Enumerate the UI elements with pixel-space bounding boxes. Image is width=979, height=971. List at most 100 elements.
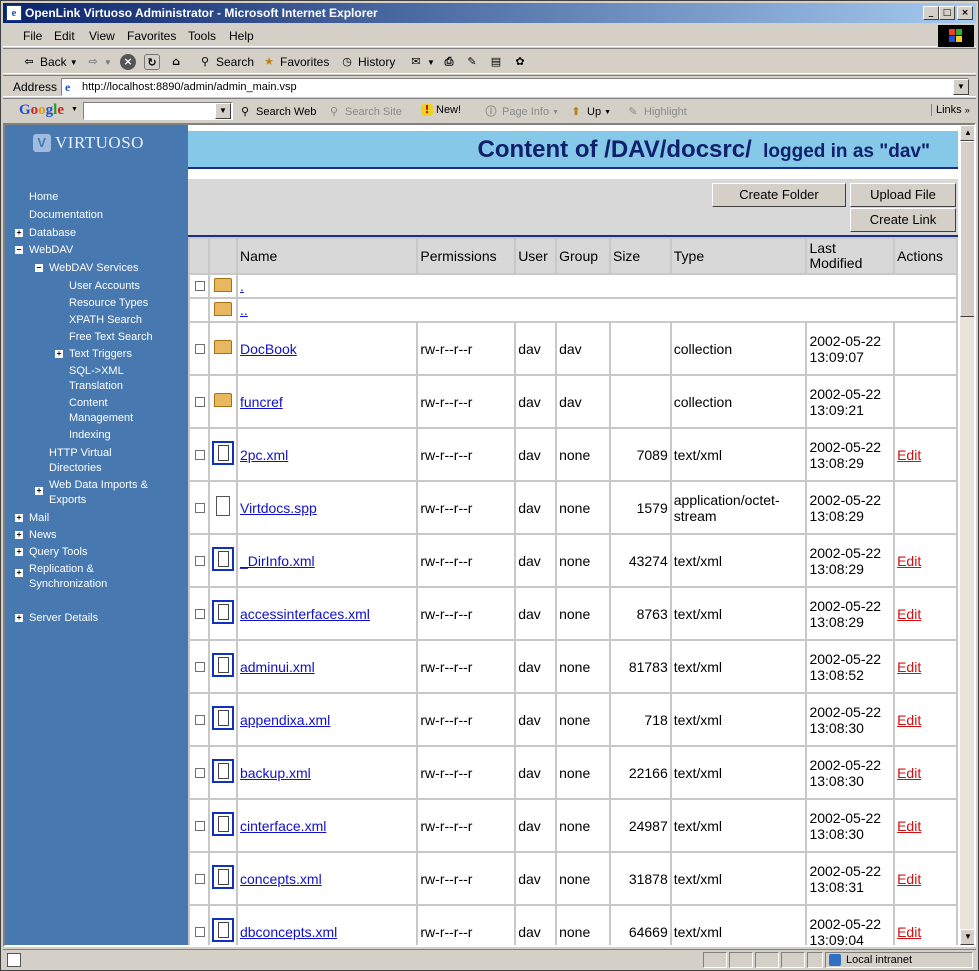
file-name-link[interactable]: Virtdocs.spp <box>240 500 317 516</box>
file-name-link[interactable]: 2pc.xml <box>240 447 288 463</box>
row-checkbox[interactable] <box>195 396 205 407</box>
sidebar-item-documentation[interactable]: Documentation <box>29 207 103 223</box>
menu-file[interactable]: File <box>23 29 42 43</box>
menu-tools[interactable]: Tools <box>188 29 216 43</box>
menu-edit[interactable]: Edit <box>54 29 75 43</box>
edit-link[interactable]: Edit <box>897 924 921 940</box>
home-button[interactable]: ⌂ <box>168 54 184 70</box>
file-name-link[interactable]: accessinterfaces.xml <box>240 606 370 622</box>
stop-button[interactable]: × <box>120 54 136 70</box>
row-checkbox[interactable] <box>195 281 205 291</box>
row-checkbox[interactable] <box>195 820 205 831</box>
sidebar-item-home[interactable]: Home <box>29 189 58 205</box>
google-logo[interactable]: Google <box>19 101 64 119</box>
back-dropdown-icon[interactable]: ▼ <box>70 58 78 67</box>
edit-link[interactable]: Edit <box>897 447 921 463</box>
row-checkbox[interactable] <box>195 767 205 778</box>
edit-link[interactable]: Edit <box>897 553 921 569</box>
scroll-down-icon[interactable]: ▼ <box>960 929 974 945</box>
row-checkbox[interactable] <box>195 661 205 672</box>
sidebar-item-query-tools[interactable]: Query Tools <box>29 544 88 560</box>
header-size[interactable]: Size <box>610 239 670 273</box>
menu-view[interactable]: View <box>89 29 115 43</box>
header-type[interactable]: Type <box>671 239 806 273</box>
minimize-button[interactable]: _ <box>923 6 939 20</box>
sidebar-item-content[interactable]: Content <box>69 395 108 411</box>
sidebar-item-xpath-search[interactable]: XPATH Search <box>69 312 142 328</box>
sidebar-item-database[interactable]: Database <box>29 225 76 241</box>
upload-file-button[interactable]: Upload File <box>850 183 956 207</box>
sidebar-item-exports[interactable]: Exports <box>49 492 86 508</box>
header-user[interactable]: User <box>516 239 556 273</box>
vertical-scrollbar[interactable]: ▲ ▼ <box>960 125 974 945</box>
file-name-link[interactable]: DocBook <box>240 341 297 357</box>
sidebar-item-replication[interactable]: Replication & <box>29 561 94 577</box>
header-group[interactable]: Group <box>557 239 609 273</box>
sidebar-item-resource-types[interactable]: Resource Types <box>69 295 148 311</box>
google-search-dropdown-icon[interactable]: ▼ <box>215 103 231 119</box>
expand-mail-icon[interactable]: + <box>15 514 23 522</box>
search-web-button[interactable]: ⚲ Search Web <box>237 104 316 120</box>
maximize-button[interactable]: □ <box>939 6 955 20</box>
header-permissions[interactable]: Permissions <box>418 239 515 273</box>
edit-link[interactable]: Edit <box>897 659 921 675</box>
scroll-thumb[interactable] <box>960 141 974 317</box>
sidebar-item-free-text-search[interactable]: Free Text Search <box>69 329 153 345</box>
collapse-webdav-icon[interactable]: − <box>15 246 23 254</box>
sidebar-item-synchronization[interactable]: Synchronization <box>29 576 107 592</box>
sidebar-item-webdav-services[interactable]: WebDAV Services <box>49 260 138 276</box>
row-checkbox[interactable] <box>195 343 205 354</box>
file-name-link[interactable]: funcref <box>240 394 283 410</box>
file-name-link[interactable]: cinterface.xml <box>240 818 326 834</box>
menu-help[interactable]: Help <box>229 29 254 43</box>
refresh-button[interactable]: ↻ <box>144 54 160 70</box>
edit-link[interactable]: Edit <box>897 765 921 781</box>
row-checkbox[interactable] <box>195 873 205 884</box>
row-checkbox[interactable] <box>195 926 205 937</box>
close-button[interactable]: × <box>957 6 973 20</box>
row-checkbox[interactable] <box>195 449 205 460</box>
edit-link[interactable]: Edit <box>897 712 921 728</box>
folder-link[interactable]: .. <box>240 302 248 318</box>
back-button[interactable]: ⇦ Back ▼ <box>21 54 78 70</box>
sidebar-item-management[interactable]: Management <box>69 410 133 426</box>
new-button[interactable]: ! New! <box>421 104 461 116</box>
sidebar-item-directories[interactable]: Directories <box>49 460 102 476</box>
file-name-link[interactable]: adminui.xml <box>240 659 315 675</box>
header-last-modified[interactable]: Last Modified <box>807 239 894 273</box>
expand-database-icon[interactable]: + <box>15 229 23 237</box>
highlight-button[interactable]: ✎ Highlight <box>625 104 686 120</box>
address-dropdown-icon[interactable]: ▼ <box>953 79 969 95</box>
sidebar-item-news[interactable]: News <box>29 527 57 543</box>
expand-news-icon[interactable]: + <box>15 531 23 539</box>
google-search-input[interactable] <box>83 102 233 120</box>
scroll-up-icon[interactable]: ▲ <box>960 125 974 141</box>
sidebar-item-server-details[interactable]: Server Details <box>29 610 98 626</box>
edit-link[interactable]: Edit <box>897 871 921 887</box>
search-button[interactable]: ⚲ Search <box>197 54 254 70</box>
create-link-button[interactable]: Create Link <box>850 208 956 232</box>
header-name[interactable]: Name <box>237 239 417 273</box>
row-checkbox[interactable] <box>195 555 205 566</box>
up-button[interactable]: ⬆ Up ▼ <box>568 104 611 120</box>
expand-web-data-icon[interactable]: + <box>35 487 43 495</box>
folder-link[interactable]: . <box>240 278 244 294</box>
print-button[interactable]: ⎙ <box>441 54 457 70</box>
expand-query-tools-icon[interactable]: + <box>15 548 23 556</box>
expand-server-details-icon[interactable]: + <box>15 614 23 622</box>
sidebar-item-http-virtual[interactable]: HTTP Virtual <box>49 445 112 461</box>
file-name-link[interactable]: dbconcepts.xml <box>240 924 337 940</box>
sidebar-item-indexing[interactable]: Indexing <box>69 427 111 443</box>
sidebar-item-webdav[interactable]: WebDAV <box>29 242 73 258</box>
links-button[interactable]: Links» <box>931 104 970 116</box>
row-checkbox[interactable] <box>195 714 205 725</box>
edit-page-button[interactable]: ✎ <box>464 54 480 70</box>
create-folder-button[interactable]: Create Folder <box>712 183 846 207</box>
file-name-link[interactable]: appendixa.xml <box>240 712 330 728</box>
row-checkbox[interactable] <box>195 502 205 513</box>
edit-link[interactable]: Edit <box>897 606 921 622</box>
messenger-button[interactable]: ✿ <box>512 54 528 70</box>
google-menu-dropdown-icon[interactable]: ▼ <box>71 106 78 113</box>
mail-button[interactable]: ✉ ▼ <box>408 54 435 70</box>
favorites-button[interactable]: ★ Favorites <box>261 54 329 70</box>
